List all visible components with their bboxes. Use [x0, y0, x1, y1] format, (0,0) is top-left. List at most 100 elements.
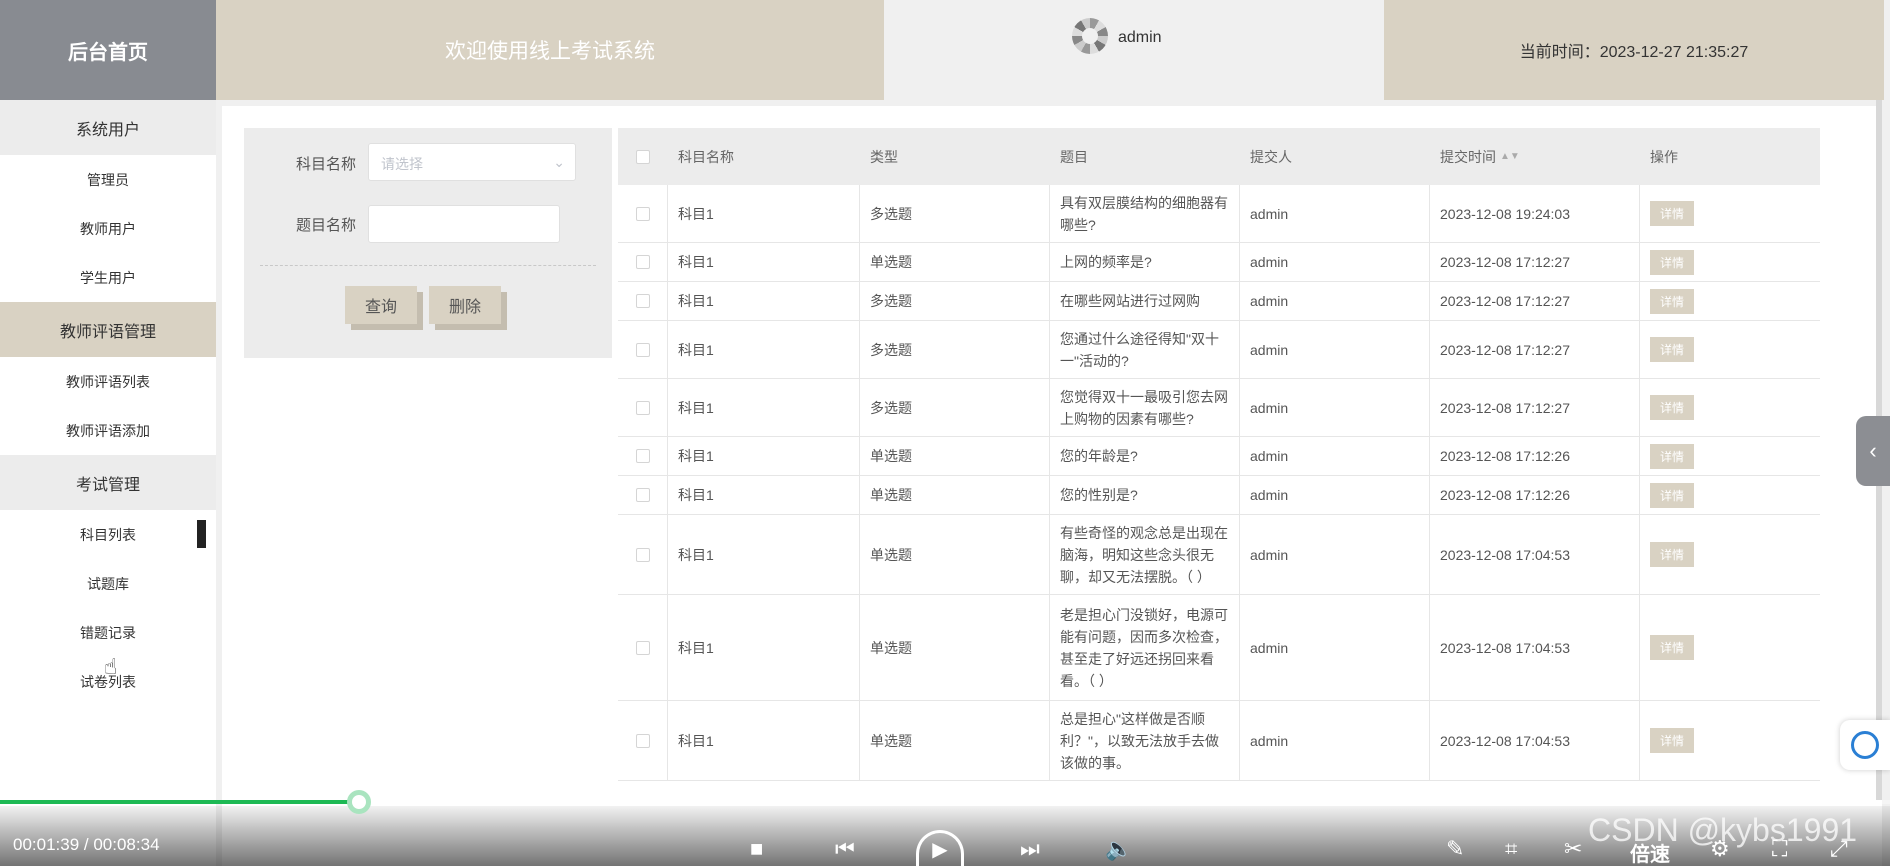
header-submit-time[interactable]: 提交时间 ▲▼ [1430, 128, 1640, 185]
sidebar-item-comment-list[interactable]: 教师评语列表 [0, 357, 216, 406]
records-table: 科目名称 类型 题目 提交人 提交时间 ▲▼ 操作 科目1 多选题 具有双层膜结构… [618, 128, 1820, 781]
header-submitter: 提交人 [1250, 148, 1292, 165]
cell-subject: 科目1 [668, 437, 860, 475]
row-checkbox[interactable] [635, 449, 650, 463]
action-cell: 详情 [1640, 282, 1820, 320]
row-select-cell [618, 243, 668, 281]
detail-button[interactable]: 详情 [1650, 443, 1695, 469]
cell-time: 2023-12-08 17:12:27 [1430, 243, 1640, 281]
action-cell: 详情 [1640, 321, 1820, 378]
assistant-float-button[interactable] [1840, 720, 1890, 770]
sidebar-group-teacher-comments[interactable]: 教师评语管理 [0, 302, 216, 357]
cell-type: 多选题 [860, 185, 1050, 242]
cell-submitter: admin [1240, 515, 1430, 594]
select-all-checkbox[interactable] [636, 149, 650, 164]
detail-button[interactable]: 详情 [1650, 542, 1695, 567]
row-checkbox[interactable] [635, 255, 650, 269]
cell-time: 2023-12-08 17:12:26 [1430, 437, 1640, 475]
sidebar-item-student-users[interactable]: 学生用户 [0, 253, 216, 302]
row-select-cell [618, 321, 668, 378]
welcome-banner: 欢迎使用线上考试系统 [216, 0, 884, 100]
sort-icon[interactable]: ▲▼ [1500, 151, 1520, 162]
table-row: 科目1 单选题 上网的频率是? admin 2023-12-08 17:12:2… [618, 243, 1820, 282]
cell-question: 您的年龄是? [1050, 437, 1240, 475]
row-checkbox[interactable] [635, 547, 650, 562]
table-row: 科目1 多选题 在哪些网站进行过网购 admin 2023-12-08 17:1… [618, 282, 1820, 321]
cell-submitter: admin [1240, 282, 1430, 320]
table-row: 科目1 多选题 您通过什么途径得知"双十一"活动的? admin 2023-12… [618, 321, 1820, 379]
detail-button[interactable]: 详情 [1650, 201, 1695, 226]
row-select-cell [618, 476, 668, 514]
filter-panel: 科目名称 请选择 ⌄ 题目名称 查询 删除 [244, 128, 612, 358]
detail-button[interactable]: 详情 [1650, 288, 1695, 314]
row-checkbox[interactable] [635, 400, 650, 415]
crop-icon[interactable]: ⌗ [1505, 836, 1517, 862]
query-button[interactable]: 查询 [345, 286, 417, 324]
row-select-cell [618, 515, 668, 594]
question-label: 题目名称 [296, 217, 357, 234]
row-checkbox[interactable] [635, 206, 650, 221]
stop-icon[interactable]: ■ [750, 836, 763, 862]
cell-subject: 科目1 [668, 379, 860, 436]
cell-question: 在哪些网站进行过网购 [1050, 282, 1240, 320]
cell-time: 2023-12-08 19:24:03 [1430, 185, 1640, 242]
sidebar-group-exam-management[interactable]: 考试管理 [0, 455, 216, 510]
header-actions: 操作 [1650, 148, 1678, 165]
delete-button[interactable]: 删除 [429, 286, 501, 324]
row-checkbox[interactable] [635, 342, 650, 357]
sidebar-item-comment-add[interactable]: 教师评语添加 [0, 406, 216, 455]
volume-icon[interactable]: 🔈 [1105, 836, 1132, 862]
avatar[interactable] [1072, 18, 1108, 54]
row-checkbox[interactable] [635, 488, 650, 502]
sidebar-item-admin[interactable]: 管理员 [0, 155, 216, 204]
table-row: 科目1 多选题 您觉得双十一最吸引您去网上购物的因素有哪些? admin 202… [618, 379, 1820, 437]
hand-cursor-icon: ☝ [104, 654, 118, 679]
detail-button[interactable]: 详情 [1650, 635, 1695, 660]
sidebar-item-wrong-records[interactable]: 错题记录 [0, 608, 216, 657]
collapse-panel-tab[interactable]: ‹ [1856, 416, 1890, 486]
cell-subject: 科目1 [668, 243, 860, 281]
sidebar-group-system-users[interactable]: 系统用户 [0, 100, 216, 155]
divider [260, 265, 596, 266]
cell-submitter: admin [1240, 185, 1430, 242]
header-question: 题目 [1060, 148, 1088, 165]
cell-submitter: admin [1240, 476, 1430, 514]
action-cell: 详情 [1640, 243, 1820, 281]
cell-question: 总是担心"这样做是否顺利？"，以致无法放手去做该做的事。 [1050, 701, 1240, 780]
row-select-cell [618, 595, 668, 700]
cell-subject: 科目1 [668, 701, 860, 780]
row-checkbox[interactable] [635, 294, 650, 308]
detail-button[interactable]: 详情 [1650, 482, 1695, 508]
sidebar-item-subject-list[interactable]: 科目列表 [0, 510, 216, 559]
action-cell: 详情 [1640, 701, 1820, 780]
current-time: 当前时间：2023-12-27 21:35:27 [1384, 0, 1884, 100]
question-input[interactable] [368, 205, 560, 243]
cell-type: 单选题 [860, 515, 1050, 594]
cell-subject: 科目1 [668, 476, 860, 514]
eraser-icon[interactable]: ✎ [1446, 836, 1464, 862]
row-select-cell [618, 437, 668, 475]
subject-select[interactable]: 请选择 ⌄ [368, 143, 576, 181]
video-progress-handle[interactable] [347, 790, 372, 814]
action-cell: 详情 [1640, 515, 1820, 594]
cell-time: 2023-12-08 17:12:26 [1430, 476, 1640, 514]
detail-button[interactable]: 详情 [1650, 337, 1695, 362]
previous-icon[interactable]: ⏮ [835, 836, 855, 862]
cell-question: 具有双层膜结构的细胞器有哪些? [1050, 185, 1240, 242]
detail-button[interactable]: 详情 [1650, 249, 1695, 275]
detail-button[interactable]: 详情 [1650, 728, 1695, 753]
cell-time: 2023-12-08 17:12:27 [1430, 321, 1640, 378]
cell-question: 您的性别是? [1050, 476, 1240, 514]
cell-type: 单选题 [860, 595, 1050, 700]
sidebar-item-teacher-users[interactable]: 教师用户 [0, 204, 216, 253]
row-checkbox[interactable] [635, 640, 650, 655]
cell-time: 2023-12-08 17:12:27 [1430, 379, 1640, 436]
next-icon[interactable]: ⏭ [1020, 836, 1040, 862]
detail-button[interactable]: 详情 [1650, 395, 1695, 420]
sidebar-item-question-bank[interactable]: 试题库 [0, 559, 216, 608]
row-checkbox[interactable] [635, 733, 650, 748]
scissors-icon[interactable]: ✂ [1564, 836, 1582, 862]
brand-home[interactable]: 后台首页 [0, 0, 216, 100]
action-cell: 详情 [1640, 379, 1820, 436]
cell-time: 2023-12-08 17:04:53 [1430, 515, 1640, 594]
